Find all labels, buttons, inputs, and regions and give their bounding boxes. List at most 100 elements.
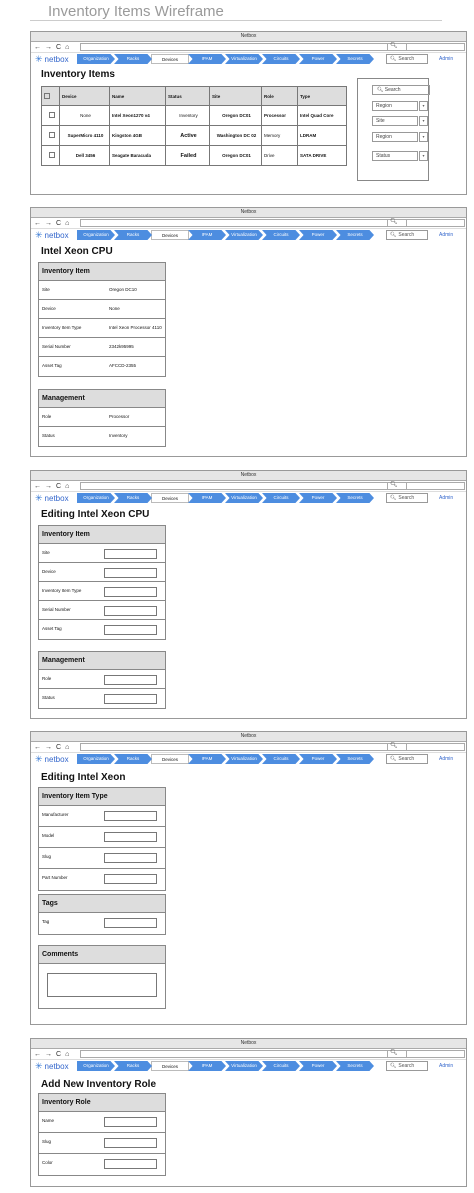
reload-icon[interactable]: C (56, 1050, 61, 1059)
tab-circuits[interactable]: Circuits (262, 230, 300, 240)
part-number-field[interactable] (104, 874, 157, 884)
row-checkbox[interactable] (48, 112, 55, 118)
tab-secrets[interactable]: Secrets (336, 230, 374, 240)
netbox-logo[interactable]: ✳ netbox (35, 754, 69, 765)
tab-circuits[interactable]: Circuits (262, 493, 300, 503)
tab-secrets[interactable]: Secrets (336, 1061, 374, 1071)
tab-secrets[interactable]: Secrets (336, 54, 374, 64)
site-field[interactable] (104, 549, 157, 559)
cell-site[interactable]: Oregon DC01 (209, 105, 262, 126)
tab-ipam[interactable]: IPAM (188, 1061, 226, 1071)
url-bar[interactable] (80, 43, 407, 51)
cell-name[interactable]: Seagate Baracuda (109, 145, 166, 166)
tab-devices[interactable]: Devices (151, 1061, 189, 1071)
tab-power[interactable]: Power (299, 230, 337, 240)
chevron-down-icon[interactable]: ▾ (419, 132, 428, 142)
url-bar[interactable] (80, 482, 407, 490)
browser-search-bar[interactable]: 🔍︎ (387, 1050, 465, 1058)
tab-circuits[interactable]: Circuits (262, 54, 300, 64)
tab-secrets[interactable]: Secrets (336, 493, 374, 503)
chevron-down-icon[interactable]: ▾ (419, 101, 428, 111)
cell-name[interactable]: Intel Xeon1270 v4 (109, 105, 166, 126)
tab-organization[interactable]: Organization (77, 493, 115, 503)
admin-link[interactable]: Admin (439, 56, 453, 62)
back-icon[interactable]: ← (34, 219, 41, 228)
inventory-item-type-field[interactable] (104, 587, 157, 597)
table-row[interactable]: None Intel Xeon1270 v4 Inventory Oregon … (41, 105, 347, 126)
tab-racks[interactable]: Racks (114, 493, 152, 503)
cell-site[interactable]: Washington DC 02 (209, 125, 262, 146)
admin-link[interactable]: Admin (439, 756, 453, 762)
tab-organization[interactable]: Organization (77, 1061, 115, 1071)
reload-icon[interactable]: C (56, 43, 61, 52)
forward-icon[interactable]: → (45, 482, 52, 491)
tab-ipam[interactable]: IPAM (188, 493, 226, 503)
reload-icon[interactable]: C (56, 219, 61, 228)
tab-virtualization[interactable]: Virtualization (225, 230, 263, 240)
column-header[interactable]: Status (165, 86, 210, 106)
cell-name[interactable]: Kingston 4GB (109, 125, 166, 146)
tab-circuits[interactable]: Circuits (262, 754, 300, 764)
url-bar[interactable] (80, 219, 407, 227)
asset-tag-field[interactable] (104, 625, 157, 635)
url-bar[interactable] (80, 1050, 407, 1058)
tab-circuits[interactable]: Circuits (262, 1061, 300, 1071)
tab-organization[interactable]: Organization (77, 54, 115, 64)
url-bar[interactable] (80, 743, 407, 751)
admin-link[interactable]: Admin (439, 232, 453, 238)
netbox-logo[interactable]: ✳ netbox (35, 54, 69, 65)
status-select[interactable]: Status ▾ (372, 151, 428, 161)
status-field[interactable] (104, 694, 157, 704)
column-header[interactable]: Device (59, 86, 110, 106)
home-icon[interactable]: ⌂ (65, 743, 69, 752)
comments-textarea[interactable] (47, 973, 157, 997)
tab-racks[interactable]: Racks (114, 54, 152, 64)
chevron-down-icon[interactable]: ▾ (419, 116, 428, 126)
tab-secrets[interactable]: Secrets (336, 754, 374, 764)
row-checkbox[interactable] (48, 132, 55, 138)
home-icon[interactable]: ⌂ (65, 1050, 69, 1059)
tab-virtualization[interactable]: Virtualization (225, 1061, 263, 1071)
region-select[interactable]: Region ▾ (372, 101, 428, 111)
netbox-logo[interactable]: ✳ netbox (35, 230, 69, 241)
home-icon[interactable]: ⌂ (65, 482, 69, 491)
cell-device[interactable]: SuperMicro 4110 (59, 125, 110, 146)
tab-ipam[interactable]: IPAM (188, 54, 226, 64)
forward-icon[interactable]: → (45, 1050, 52, 1059)
device-field[interactable] (104, 568, 157, 578)
table-row[interactable]: Dell 3456 Seagate Baracuda Failed Oregon… (41, 145, 347, 166)
tab-power[interactable]: Power (299, 754, 337, 764)
tab-racks[interactable]: Racks (114, 230, 152, 240)
tab-devices[interactable]: Devices (151, 54, 189, 64)
tab-organization[interactable]: Organization (77, 230, 115, 240)
forward-icon[interactable]: → (45, 43, 52, 52)
row-checkbox[interactable] (48, 152, 55, 158)
name-field[interactable] (104, 1117, 157, 1127)
tab-virtualization[interactable]: Virtualization (225, 754, 263, 764)
tab-virtualization[interactable]: Virtualization (225, 54, 263, 64)
slug-field[interactable] (104, 853, 157, 863)
slug-field[interactable] (104, 1138, 157, 1148)
netbox-logo[interactable]: ✳ netbox (35, 1061, 69, 1072)
browser-search-bar[interactable]: 🔍︎ (387, 43, 465, 51)
cell-site[interactable]: Oregon DC01 (209, 145, 262, 166)
column-header[interactable]: Type (297, 86, 347, 106)
reload-icon[interactable]: C (56, 482, 61, 491)
select-all-checkbox[interactable] (44, 92, 50, 99)
nav-search-input[interactable]: 🔍︎ Search (386, 493, 428, 503)
tab-ipam[interactable]: IPAM (188, 754, 226, 764)
tab-racks[interactable]: Racks (114, 754, 152, 764)
tab-devices[interactable]: Devices (151, 230, 189, 240)
nav-search-input[interactable]: 🔍︎ Search (386, 54, 428, 64)
filter-search-input[interactable]: 🔍︎ Search (372, 85, 430, 95)
model-field[interactable] (104, 832, 157, 842)
tag-field[interactable] (104, 918, 157, 928)
home-icon[interactable]: ⌂ (65, 43, 69, 52)
admin-link[interactable]: Admin (439, 495, 453, 501)
cell-device[interactable]: Dell 3456 (59, 145, 110, 166)
column-header[interactable]: Site (209, 86, 262, 106)
tab-power[interactable]: Power (299, 1061, 337, 1071)
column-header[interactable]: Role (261, 86, 298, 106)
back-icon[interactable]: ← (34, 43, 41, 52)
browser-search-bar[interactable]: 🔍︎ (387, 219, 465, 227)
